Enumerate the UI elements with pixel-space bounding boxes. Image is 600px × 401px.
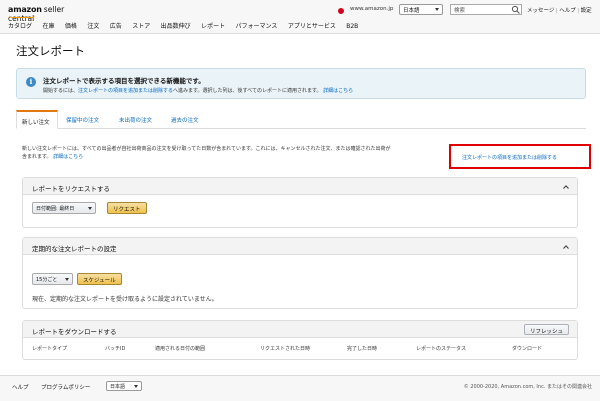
- nav-item-orders[interactable]: 注文: [87, 23, 99, 30]
- order-tabs: 新しい注文 保留中の注文 未出荷の注文 過去の注文: [16, 110, 586, 129]
- chevron-down-icon: [134, 385, 138, 388]
- nav-item-reports[interactable]: レポート: [201, 23, 225, 30]
- chevron-down-icon: [88, 207, 92, 210]
- info-add-remove-link[interactable]: 注文レポートの項目を追加または削除する: [78, 88, 173, 94]
- info-icon: i: [26, 77, 36, 87]
- language-select-value: 日本語: [403, 8, 420, 14]
- scheduled-report-title: 定期的な注文レポートの設定: [32, 245, 117, 253]
- nav-item-growth[interactable]: 出品数伸び: [161, 23, 191, 30]
- chevron-up-icon[interactable]: [563, 184, 569, 190]
- top-links: メッセージ | ヘルプ | 設定: [527, 8, 592, 14]
- copyright-text: © 2000-2020, Amazon.com, Inc. またはその関連会社: [463, 384, 592, 390]
- main-nav: カタログ 在庫 価格 注文 広告 ストア 出品数伸び レポート パフォーマンス …: [8, 21, 367, 31]
- nav-item-inventory[interactable]: 在庫: [42, 23, 54, 30]
- request-report-title: レポートをリクエストする: [32, 185, 110, 193]
- date-range-select[interactable]: 日付範囲: 最終日: [32, 202, 96, 214]
- request-button[interactable]: リクエスト: [107, 202, 147, 214]
- chevron-up-icon[interactable]: [563, 244, 569, 250]
- info-banner-title: 注文レポートで表示する項目を選択できる新機能です。: [43, 77, 205, 85]
- amazon-smile-icon: [9, 15, 35, 18]
- marketplace-domain[interactable]: www.amazon.jp: [350, 6, 393, 12]
- tab-pending-orders[interactable]: 保留中の注文: [61, 110, 104, 129]
- column-header-report-type: レポートタイプ: [32, 346, 68, 352]
- add-remove-columns-link[interactable]: 注文レポートの項目を追加または削除する: [462, 154, 557, 161]
- request-report-panel: レポートをリクエストする 日付範囲: 最終日 リクエスト: [22, 177, 578, 228]
- interval-value: 15分ごと: [36, 277, 58, 283]
- new-orders-description: 新しい注文レポートには、すべての出品者が自社出荷商品の注文を受け取ってた日数が含…: [22, 145, 392, 161]
- language-select[interactable]: 日本語: [399, 4, 443, 15]
- footer: ヘルプ プログラムポリシー 日本語 © 2000-2020, Amazon.co…: [0, 375, 600, 401]
- info-banner-text: 開始するには、注文レポートの項目を追加または削除するへ進みます。選択した列は、後…: [43, 87, 353, 94]
- top-bar: amazon seller central www.amazon.jp 日本語 検…: [0, 0, 600, 34]
- description-details-link[interactable]: 詳細はこちら: [53, 154, 83, 160]
- footer-policy-link[interactable]: プログラムポリシー: [41, 383, 90, 391]
- scheduled-report-panel: 定期的な注文レポートの設定 15分ごと スケジュール 現在、定期的な注文レポート…: [22, 237, 578, 309]
- nav-item-pricing[interactable]: 価格: [65, 23, 77, 30]
- nav-item-performance[interactable]: パフォーマンス: [236, 23, 278, 30]
- chevron-down-icon: [435, 8, 439, 11]
- schedule-button[interactable]: スケジュール: [77, 273, 122, 285]
- download-report-panel: レポートをダウンロードする リフレッシュ レポートタイプ バッチID 適用される…: [22, 320, 578, 360]
- column-header-batch-id: バッチID: [105, 346, 126, 352]
- refresh-button[interactable]: リフレッシュ: [523, 324, 569, 335]
- chevron-down-icon: [65, 278, 69, 281]
- info-text-before: 開始するには、: [43, 88, 79, 94]
- info-details-link[interactable]: 詳細はこちら: [323, 88, 353, 94]
- column-header-status: レポートのステータス: [416, 346, 467, 352]
- nav-item-apps[interactable]: アプリとサービス: [288, 23, 336, 30]
- footer-language-value: 日本語: [110, 384, 126, 390]
- download-report-header: レポートをダウンロードする リフレッシュ: [23, 321, 577, 338]
- tab-unshipped-orders[interactable]: 未出荷の注文: [114, 110, 157, 129]
- nav-item-stores[interactable]: ストア: [132, 23, 150, 30]
- search-icon[interactable]: [511, 5, 521, 14]
- tab-new-orders[interactable]: 新しい注文: [16, 110, 58, 129]
- info-text-after: へ進みます。選択した列は、後すべてのレポートに適用されます。: [173, 88, 322, 94]
- schedule-status-text: 現在、定期的な注文レポートを受け取るように設定されていません。: [32, 296, 218, 303]
- nav-item-b2b[interactable]: B2B: [346, 23, 358, 30]
- interval-select[interactable]: 15分ごと: [32, 273, 73, 285]
- date-range-value: 日付範囲: 最終日: [36, 206, 75, 212]
- search-placeholder: 検索: [454, 8, 466, 14]
- request-report-header[interactable]: レポートをリクエストする: [23, 178, 577, 195]
- japan-flag-icon: [338, 8, 344, 14]
- footer-language-select[interactable]: 日本語: [106, 381, 142, 391]
- messages-link[interactable]: メッセージ: [527, 8, 554, 14]
- info-banner: i 注文レポートで表示する項目を選択できる新機能です。 開始するには、注文レポー…: [16, 68, 586, 99]
- column-header-requested-at: リクエストされた日時: [260, 346, 311, 352]
- page-title: 注文レポート: [16, 44, 85, 58]
- help-link[interactable]: ヘルプ: [559, 8, 576, 14]
- column-header-download: ダウンロード: [512, 346, 543, 352]
- amazon-seller-central-logo[interactable]: amazon seller central: [8, 5, 78, 23]
- scheduled-report-header[interactable]: 定期的な注文レポートの設定: [23, 238, 577, 255]
- nav-item-catalog[interactable]: カタログ: [8, 23, 32, 30]
- column-header-date-range: 適用される日付の範囲: [155, 346, 206, 352]
- tab-past-orders[interactable]: 過去の注文: [166, 110, 204, 129]
- brand-name: amazon: [8, 5, 42, 14]
- column-header-completed-at: 完了した日時: [347, 346, 378, 352]
- footer-help-link[interactable]: ヘルプ: [12, 383, 29, 391]
- settings-link[interactable]: 設定: [581, 8, 592, 14]
- download-report-title: レポートをダウンロードする: [32, 328, 117, 336]
- nav-item-advertising[interactable]: 広告: [110, 23, 122, 30]
